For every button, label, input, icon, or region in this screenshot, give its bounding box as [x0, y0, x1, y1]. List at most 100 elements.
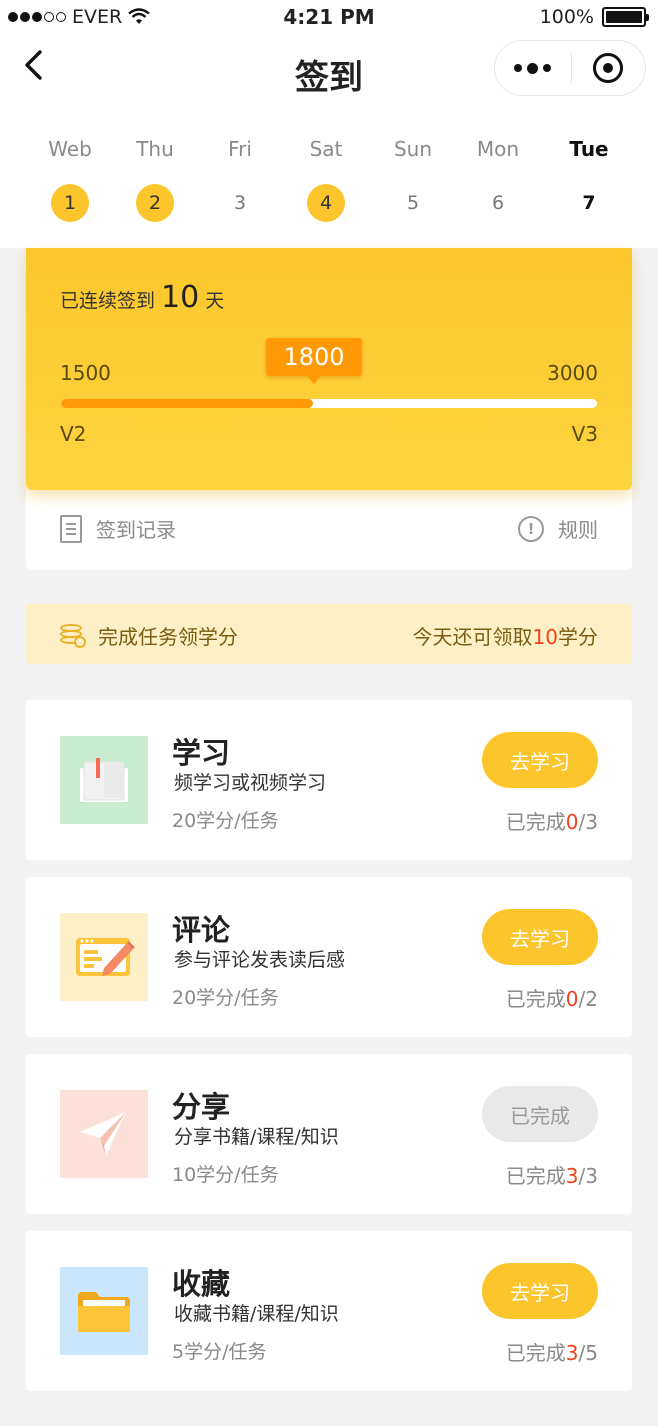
task-points: 20学分/任务 [172, 810, 279, 832]
battery-icon [602, 7, 649, 27]
chevron-left-icon [25, 50, 42, 80]
day-name: Web [48, 137, 92, 161]
task-card: 分享 分享书籍/课程/知识 10学分/任务 已完成 已完成3/3 [26, 1054, 632, 1214]
day-number: 5 [406, 192, 420, 214]
day-web: Web 1 [30, 136, 110, 222]
task-points: 5学分/任务 [172, 1341, 267, 1363]
day-number: 4 [307, 184, 345, 222]
checkin-record-link[interactable]: 签到记录 [60, 514, 176, 543]
nav-bar: 签到 [0, 34, 658, 114]
day-number: 7 [582, 192, 596, 214]
points-card-footer: 签到记录 ! 规则 [26, 490, 632, 570]
day-name: Mon [476, 137, 520, 161]
streak-suffix: 天 [205, 290, 225, 312]
task-points: 10学分/任务 [172, 1164, 279, 1186]
points-card: 已连续签到 10 天 1800 1500 3000 V2 V3 签到记录 ! 规… [26, 248, 632, 570]
day-name: Fri [228, 137, 252, 161]
task-description: 收藏书籍/课程/知识 [174, 1303, 339, 1325]
task-card: 收藏 收藏书籍/课程/知识 5学分/任务 去学习已完成3/5 [26, 1231, 632, 1391]
checkin-record-label: 签到记录 [96, 518, 176, 542]
go-study-button[interactable]: 去学习 [482, 732, 598, 788]
streak-prefix: 已连续签到 [60, 290, 156, 312]
day-thu: Thu 2 [115, 136, 195, 222]
task-progress-done: 0 [565, 987, 579, 1011]
task-progress: 已完成3/5 [506, 1337, 598, 1366]
status-bar: EVER 4:21 PM 100% [0, 0, 658, 34]
task-progress-total: /3 [578, 810, 598, 834]
current-points-badge: 1800 [266, 338, 362, 384]
task-banner-left: 完成任务领学分 [60, 621, 238, 650]
task-progress-prefix: 已完成 [505, 1341, 566, 1365]
wifi-icon [128, 8, 150, 24]
task-points: 20学分/任务 [172, 987, 279, 1009]
paper-plane-icon [60, 1090, 148, 1178]
day-number: 6 [491, 192, 505, 214]
task-description: 频学习或视频学习 [174, 772, 327, 794]
task-banner-amount: 10 [532, 625, 558, 649]
battery-percent: 100% [539, 6, 594, 28]
folder-icon [60, 1267, 148, 1355]
document-icon [60, 514, 82, 543]
task-card: 评论 参与评论发表读后感 20学分/任务 去学习已完成0/2 [26, 877, 632, 1037]
close-button[interactable] [572, 41, 646, 95]
day-tue: Tue 7 [549, 136, 629, 222]
task-progress-prefix: 已完成 [505, 987, 566, 1011]
day-number: 1 [51, 184, 89, 222]
task-progress: 已完成3/3 [506, 1160, 598, 1189]
day-number: 3 [233, 192, 247, 214]
status-right: 100% [539, 6, 649, 28]
day-name: Sat [309, 137, 343, 161]
task-progress-done: 3 [565, 1164, 579, 1188]
task-progress-prefix: 已完成 [505, 810, 566, 834]
info-icon: ! [518, 515, 544, 542]
streak-days: 10 [161, 280, 200, 315]
task-progress-total: /2 [578, 987, 598, 1011]
task-banner-right: 今天还可领取10学分 [413, 621, 598, 650]
task-title: 学习 [172, 736, 231, 770]
task-card: 学习 频学习或视频学习 20学分/任务 去学习已完成0/3 [26, 700, 632, 860]
task-description: 分享书籍/课程/知识 [174, 1126, 339, 1148]
carrier-label: EVER [72, 6, 123, 28]
week-strip: Web 1 Thu 2 Fri 3 Sat 4 Sun 5 Mon 6 Tue 7 [0, 114, 658, 248]
task-progress-done: 3 [565, 1341, 579, 1365]
task-progress-prefix: 已完成 [505, 1164, 566, 1188]
signal-icon [8, 12, 66, 22]
go-study-button[interactable]: 去学习 [482, 1263, 598, 1319]
task-banner-prefix: 今天还可领取 [412, 625, 533, 649]
more-button[interactable] [495, 41, 571, 95]
day-name: Tue [569, 137, 609, 161]
task-progress-total: /3 [578, 1164, 598, 1188]
task-description: 参与评论发表读后感 [174, 949, 346, 971]
task-title: 收藏 [172, 1267, 231, 1301]
level-progress-fill [61, 399, 313, 408]
level-max-points: 3000 [547, 361, 598, 385]
target-icon [593, 53, 624, 83]
book-icon [60, 736, 148, 824]
day-sun: Sun 5 [373, 136, 453, 222]
points-card-header: 已连续签到 10 天 1800 1500 3000 V2 V3 [26, 248, 632, 490]
coins-icon [60, 623, 86, 648]
day-name: Sun [393, 137, 433, 161]
rules-link[interactable]: ! 规则 [518, 514, 598, 543]
task-progress: 已完成0/2 [506, 983, 598, 1012]
task-progress-total: /5 [578, 1341, 598, 1365]
rules-label: 规则 [558, 518, 598, 542]
mini-program-capsule [494, 40, 646, 96]
more-dots-icon [514, 64, 523, 72]
task-progress-done: 0 [565, 810, 579, 834]
comment-pencil-icon [60, 913, 148, 1001]
day-name: Thu [136, 137, 174, 161]
day-fri: Fri 3 [200, 136, 280, 222]
task-banner-label: 完成任务领学分 [98, 625, 238, 649]
level-progress-track [61, 399, 597, 408]
task-completed-button: 已完成 [482, 1086, 598, 1142]
task-title: 评论 [172, 913, 231, 947]
streak-text: 已连续签到 10 天 [60, 280, 224, 315]
task-banner: 完成任务领学分 今天还可领取10学分 [26, 604, 632, 664]
task-progress: 已完成0/3 [506, 806, 598, 835]
go-study-button[interactable]: 去学习 [482, 909, 598, 965]
day-mon: Mon 6 [458, 136, 538, 222]
back-button[interactable] [18, 46, 54, 86]
day-sat: Sat 4 [286, 136, 366, 222]
level-from: V2 [60, 422, 87, 446]
